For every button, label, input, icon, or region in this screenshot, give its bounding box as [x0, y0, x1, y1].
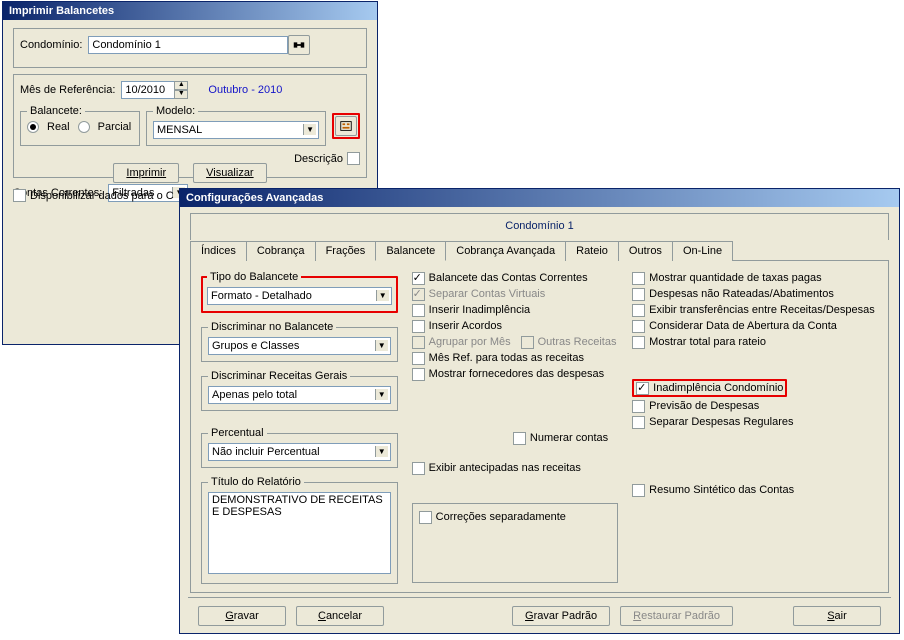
mes-ref-label: Mês de Referência:	[20, 84, 115, 96]
resumo-sintetico-label: Resumo Sintético das Contas	[649, 483, 794, 497]
imprimir-button[interactable]: Imprimir	[113, 163, 179, 183]
config-button[interactable]	[335, 116, 357, 136]
titulo-relatorio-legend: Título do Relatório	[208, 476, 304, 488]
check-label: Mostrar quantidade de taxas pagas	[649, 271, 821, 285]
tab--ndices[interactable]: Índices	[190, 241, 247, 261]
titlebar[interactable]: Configurações Avançadas	[180, 189, 899, 207]
tab-rateio[interactable]: Rateio	[565, 241, 619, 261]
resumo-sintetico-checkbox[interactable]	[632, 484, 645, 497]
condominio-label: Condomínio:	[20, 39, 82, 51]
tab-cobran-a-avan-ada[interactable]: Cobrança Avançada	[445, 241, 566, 261]
check-label: Previsão de Despesas	[649, 399, 759, 413]
check-label: Mostrar total para rateio	[649, 335, 766, 349]
sair-button[interactable]: Sair	[793, 606, 881, 626]
receitas-select[interactable]: Apenas pelo total	[208, 386, 391, 404]
check-label: Inadimplência Condomínio	[653, 381, 783, 395]
check-label: Separar Despesas Regulares	[649, 415, 793, 429]
check-label: Considerar Data de Abertura da Conta	[649, 319, 837, 333]
checkbox-agrupar-por-m-s	[412, 336, 425, 349]
radio-parcial[interactable]	[78, 121, 90, 133]
checkbox-mostrar-fornecedores-das-despesas[interactable]	[412, 368, 425, 381]
restaurar-padrao-button[interactable]: Restaurar Padrão	[620, 606, 733, 626]
radio-real[interactable]	[27, 121, 39, 133]
checkbox-mostrar-quantidade-de-taxas-pagas[interactable]	[632, 272, 645, 285]
checkbox-inserir-inadimpl-ncia[interactable]	[412, 304, 425, 317]
checkbox-exibir-transfer-ncias-entre-receitas-despesas[interactable]	[632, 304, 645, 317]
check-label: Agrupar por Mês	[429, 335, 511, 349]
titlebar[interactable]: Imprimir Balancetes	[3, 2, 377, 20]
button-bar: Gravar Cancelar Gravar Padrão Restaurar …	[188, 597, 891, 634]
tipo-balancete-legend: Tipo do Balancete	[207, 271, 301, 283]
modelo-select[interactable]: MENSAL	[153, 121, 319, 139]
numerar-contas-checkbox[interactable]	[513, 432, 526, 445]
tab-balancete[interactable]: Balancete	[375, 241, 446, 261]
spin-down-icon[interactable]: ▼	[174, 90, 188, 99]
discriminar-legend: Discriminar no Balancete	[208, 321, 336, 333]
mes-ref-input[interactable]	[121, 81, 175, 99]
check-label: Outras Receitas	[538, 335, 617, 349]
settings-icon	[339, 119, 353, 133]
window-configuracoes-avancadas: Configurações Avançadas Condomínio 1 Índ…	[179, 188, 900, 634]
check-label: Mostrar fornecedores das despesas	[429, 367, 604, 381]
check-label: Despesas não Rateadas/Abatimentos	[649, 287, 834, 301]
disponibilizar-label: Disponibilizar dados para o C	[30, 190, 174, 202]
tab-outros[interactable]: Outros	[618, 241, 673, 261]
checkbox-balancete-das-contas-correntes[interactable]	[412, 272, 425, 285]
checkbox-inserir-acordos[interactable]	[412, 320, 425, 333]
condominio-input[interactable]	[88, 36, 288, 54]
checkbox-previs-o-de-despesas[interactable]	[632, 400, 645, 413]
tab-on-line[interactable]: On-Line	[672, 241, 733, 261]
disponibilizar-checkbox[interactable]	[13, 189, 26, 202]
radio-real-label: Real	[47, 121, 70, 133]
checkbox-m-s-ref-para-todas-as-receitas[interactable]	[412, 352, 425, 365]
checkbox-outras-receitas	[521, 336, 534, 349]
check-label: Separar Contas Virtuais	[429, 287, 546, 301]
correcoes-box: Correções separadamente	[412, 503, 619, 583]
checkbox-separar-despesas-regulares[interactable]	[632, 416, 645, 429]
gravar-button[interactable]: Gravar	[198, 606, 286, 626]
check-label: Mês Ref. para todas as receitas	[429, 351, 584, 365]
checkbox-considerar-data-de-abertura-da-conta[interactable]	[632, 320, 645, 333]
exibir-antecipadas-checkbox[interactable]	[412, 462, 425, 475]
tab-fra-es[interactable]: Frações	[315, 241, 377, 261]
spin-up-icon[interactable]: ▲	[174, 81, 188, 90]
mes-ref-spinner[interactable]: ▲ ▼	[121, 81, 188, 99]
correcoes-checkbox[interactable]	[419, 511, 432, 524]
checkbox-separar-contas-virtuais	[412, 288, 425, 301]
exibir-antecipadas-label: Exibir antecipadas nas receitas	[429, 461, 581, 475]
check-label: Balancete das Contas Correntes	[429, 271, 588, 285]
gravar-padrao-button[interactable]: Gravar Padrão	[512, 606, 610, 626]
check-label: Inserir Acordos	[429, 319, 502, 333]
search-button[interactable]	[288, 35, 310, 55]
percentual-select[interactable]: Não incluir Percentual	[208, 443, 391, 461]
binoculars-icon	[292, 38, 306, 52]
titulo-relatorio-textarea[interactable]	[208, 492, 391, 574]
cancelar-button[interactable]: Cancelar	[296, 606, 384, 626]
check-label: Inserir Inadimplência	[429, 303, 531, 317]
receitas-legend: Discriminar Receitas Gerais	[208, 370, 350, 382]
radio-parcial-label: Parcial	[98, 121, 132, 133]
numerar-contas-label: Numerar contas	[530, 431, 608, 445]
modelo-legend: Modelo:	[153, 105, 198, 117]
month-display: Outubro - 2010	[208, 84, 282, 96]
check-label: Exibir transferências entre Receitas/Des…	[649, 303, 875, 317]
checkbox-inadimpl-ncia-condom-nio[interactable]	[636, 382, 649, 395]
tab-cobran-a[interactable]: Cobrança	[246, 241, 316, 261]
discriminar-select[interactable]: Grupos e Classes	[208, 337, 391, 355]
percentual-legend: Percentual	[208, 427, 267, 439]
correcoes-label: Correções separadamente	[436, 510, 566, 524]
tabs: ÍndicesCobrançaFraçõesBalanceteCobrança …	[190, 240, 889, 261]
checkbox-despesas-n-o-rateadas-abatimentos[interactable]	[632, 288, 645, 301]
balancete-legend: Balancete:	[27, 105, 85, 117]
checkbox-mostrar-total-para-rateio[interactable]	[632, 336, 645, 349]
tab-balancete-panel: Tipo do Balancete Formato - Detalhado Di…	[190, 261, 889, 593]
condominio-header: Condomínio 1	[190, 213, 889, 240]
visualizar-button[interactable]: Visualizar	[193, 163, 267, 183]
tipo-balancete-select[interactable]: Formato - Detalhado	[207, 287, 392, 305]
